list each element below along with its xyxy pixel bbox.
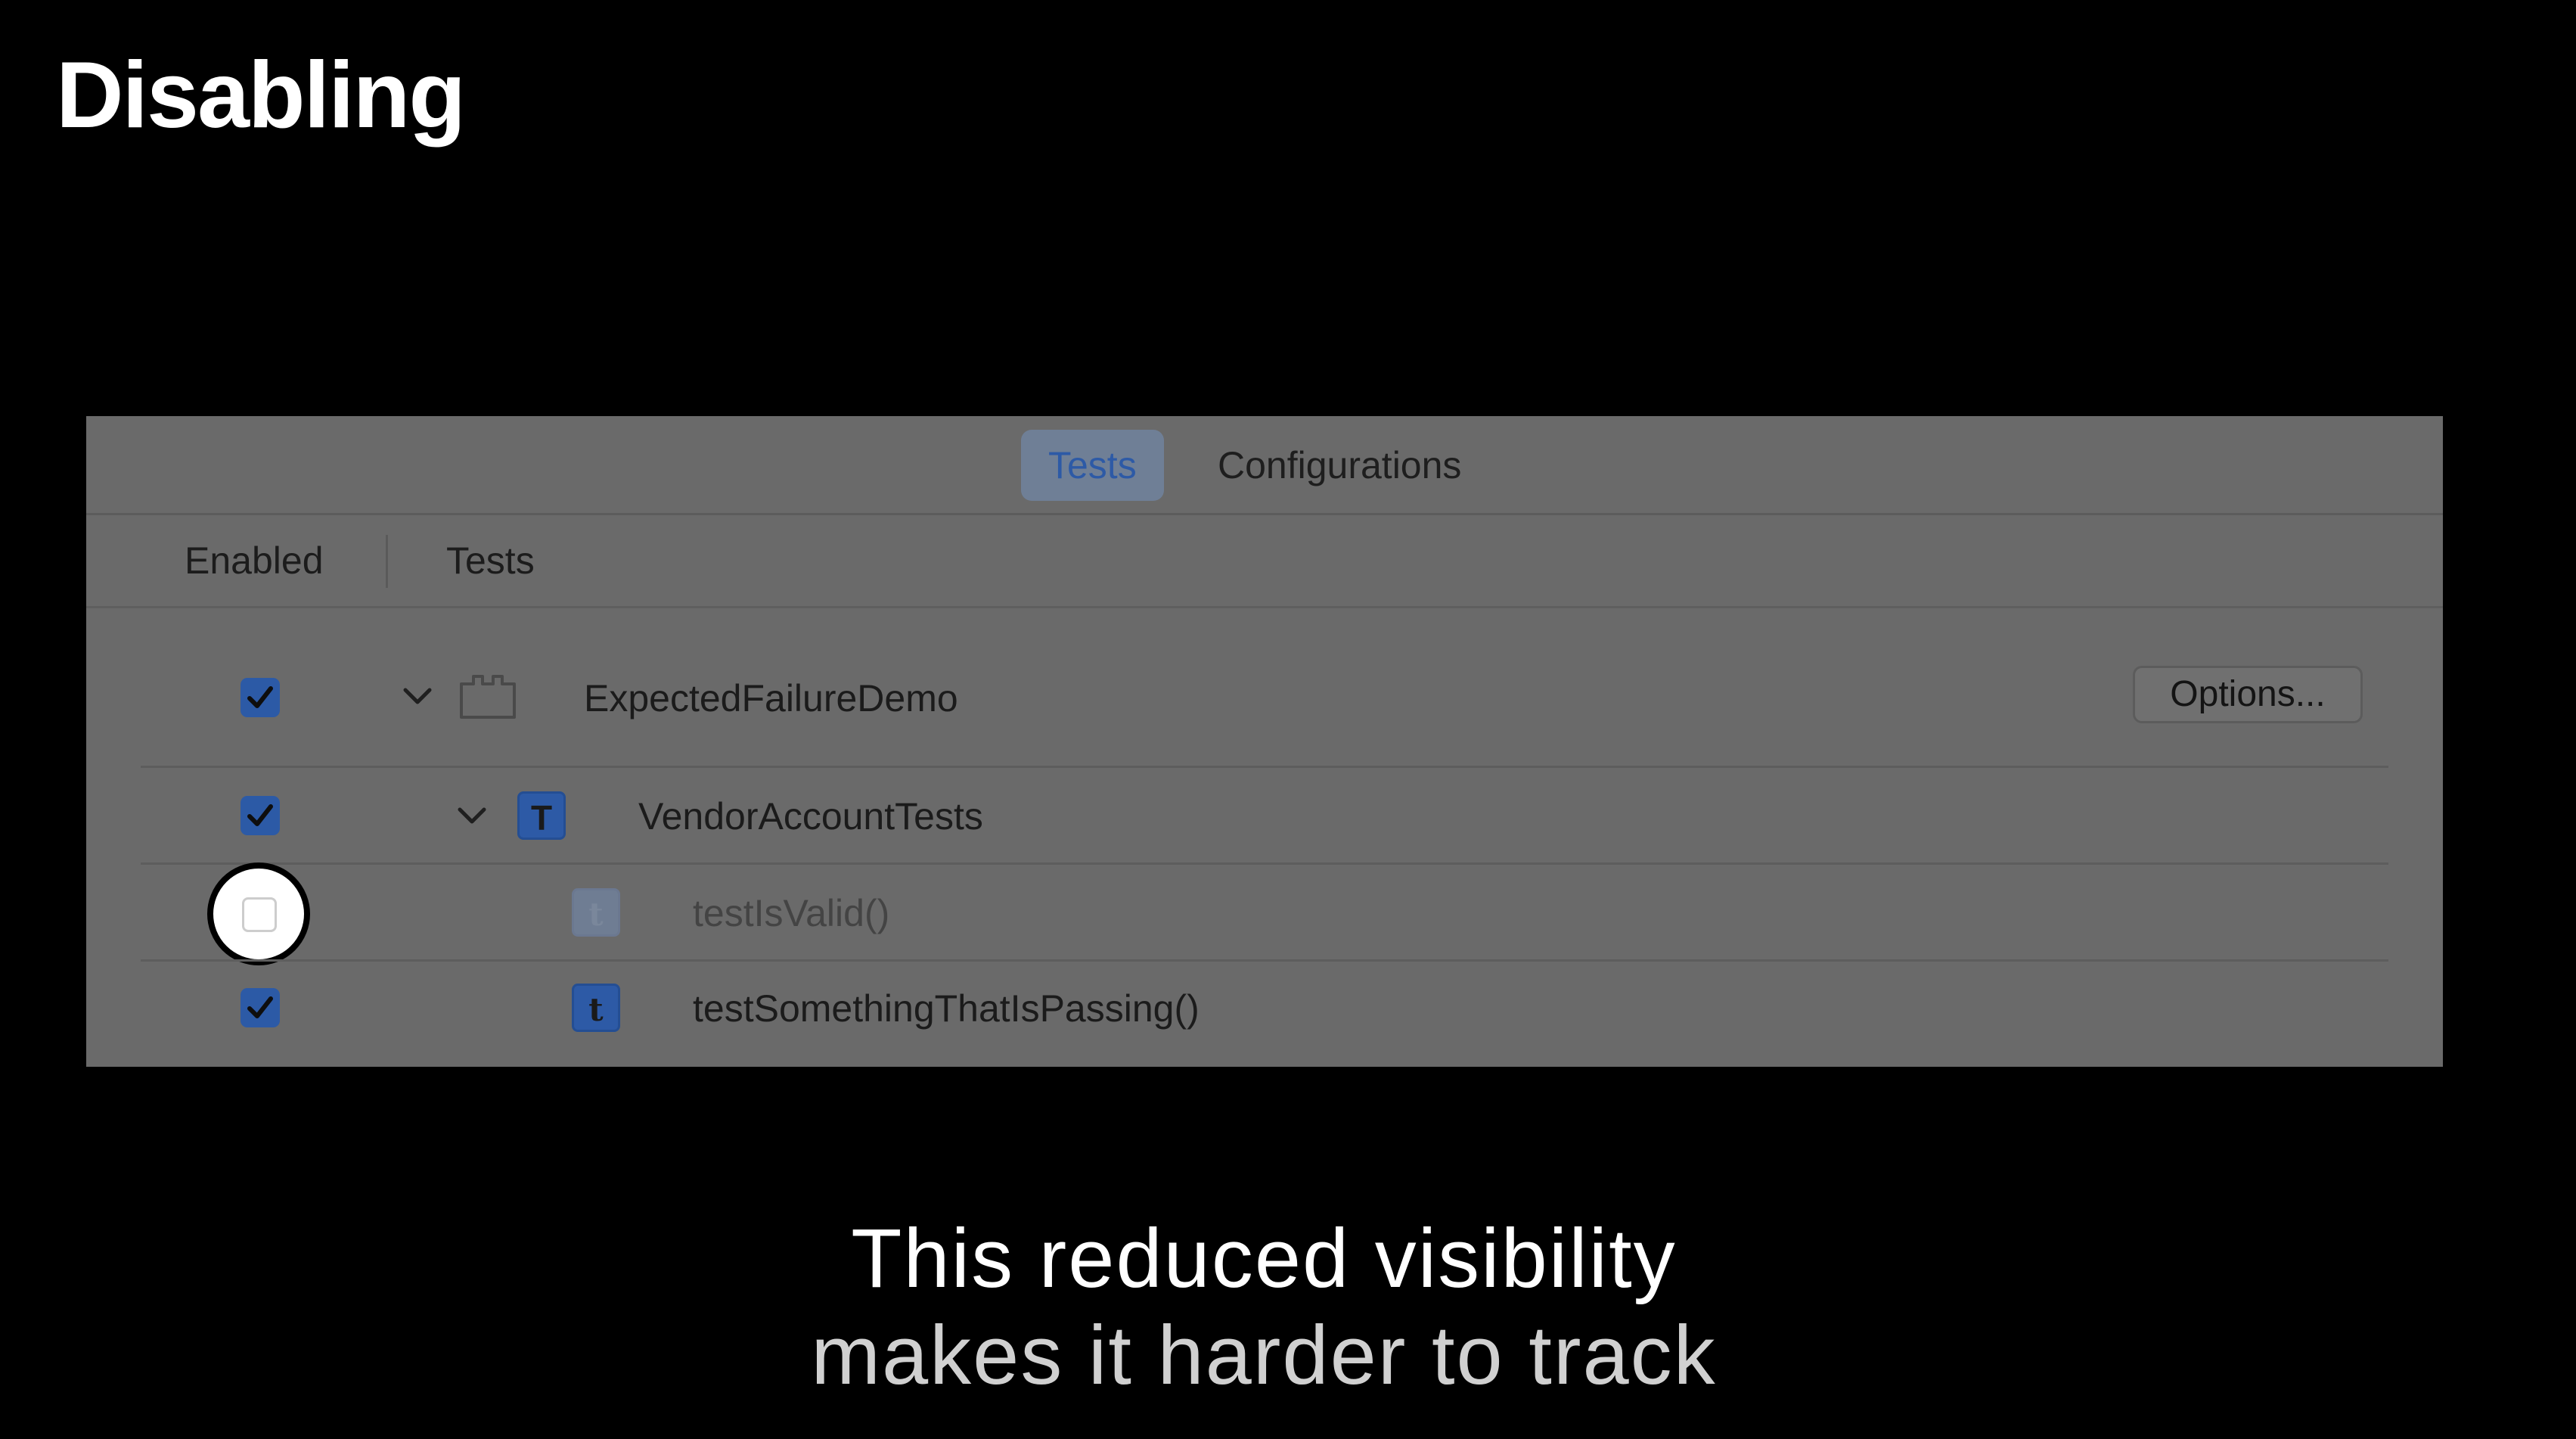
folder-icon [460, 675, 516, 719]
checkmark-icon [247, 804, 273, 826]
row-separator [141, 862, 2388, 865]
row-separator [141, 959, 2388, 962]
test-method-icon: t [572, 984, 620, 1032]
row-separator [141, 766, 2388, 768]
slide-title: Disabling [56, 43, 466, 148]
enabled-checkbox-expectedfailuredemo[interactable] [241, 678, 280, 717]
test-plan-panel: Tests Configurations Enabled Tests Expec… [86, 416, 2443, 1067]
unchecked-box [242, 897, 277, 932]
row-label-target[interactable]: ExpectedFailureDemo [584, 676, 958, 720]
column-header: Enabled Tests [86, 515, 2443, 608]
column-enabled[interactable]: Enabled [185, 515, 324, 606]
test-class-icon: T [517, 791, 566, 840]
checkmark-icon [247, 686, 273, 708]
test-method-icon: t [572, 888, 620, 937]
options-button[interactable]: Options... [2133, 666, 2363, 723]
row-label-method[interactable]: testSomethingThatIsPassing() [693, 987, 1200, 1030]
caption-line-1: This reduced visibility [851, 1212, 1677, 1305]
tab-bar: Tests Configurations [86, 416, 2443, 515]
chevron-down-icon[interactable] [455, 805, 489, 828]
column-tests[interactable]: Tests [446, 515, 535, 606]
tab-tests[interactable]: Tests [1021, 430, 1164, 501]
caption-line-2: makes it harder to track [811, 1309, 1717, 1402]
enabled-checkbox-testsomethingthatispassing[interactable] [241, 988, 280, 1027]
enabled-checkbox-testisvalid[interactable] [207, 862, 310, 965]
column-divider[interactable] [386, 535, 388, 588]
row-label-method-disabled[interactable]: testIsValid() [693, 891, 889, 935]
checkmark-icon [247, 996, 273, 1018]
tab-configurations[interactable]: Configurations [1190, 430, 1488, 501]
enabled-checkbox-vendoraccounttests[interactable] [241, 796, 280, 835]
chevron-down-icon[interactable] [401, 685, 434, 708]
row-label-class[interactable]: VendorAccountTests [638, 794, 983, 838]
